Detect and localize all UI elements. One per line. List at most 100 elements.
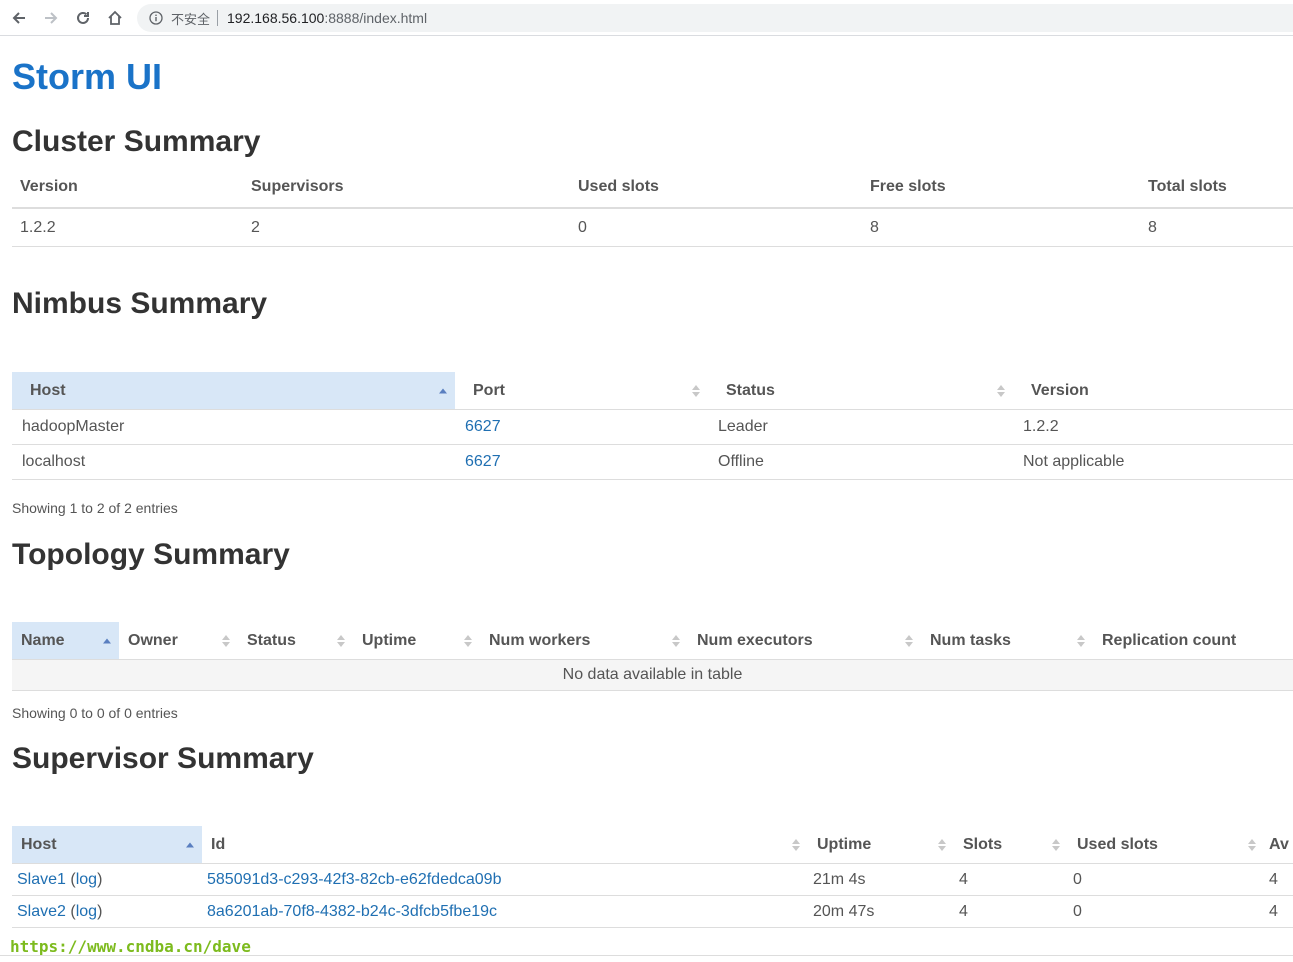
header-label: Status [247, 631, 296, 649]
sort-asc-icon [186, 842, 194, 847]
cell-status: Leader [708, 409, 1013, 445]
cell-supervisors: 2 [243, 208, 570, 247]
cell-total-slots: 8 [1140, 208, 1293, 247]
cell-version: 1.2.2 [12, 208, 243, 247]
nimbus-summary-table: Host Port Status Version hadoopMaster 66… [12, 372, 1293, 480]
sort-icon [692, 384, 700, 397]
header-label: Used slots [1077, 835, 1158, 853]
sort-asc-icon [103, 638, 111, 643]
cell-avail-slots: 4 [1264, 863, 1293, 896]
sort-icon [1248, 838, 1256, 851]
header-label: Status [726, 381, 775, 399]
supervisor-id-link[interactable]: 8a6201ab-70f8-4382-b24c-3dfcb5fbe19c [207, 903, 497, 920]
cluster-summary-table: Version Supervisors Used slots Free slot… [12, 167, 1293, 247]
sort-icon [222, 634, 230, 647]
browser-toolbar: 不安全 192.168.56.100:8888/index.html [0, 0, 1293, 36]
sort-version-header[interactable]: Version [1013, 372, 1293, 410]
cell-uptime: 20m 47s [808, 895, 954, 928]
cell-free-slots: 8 [862, 208, 1140, 247]
cell-version: 1.2.2 [1013, 409, 1293, 445]
sort-asc-icon [439, 388, 447, 393]
info-icon[interactable] [149, 11, 163, 25]
sort-uptime-header[interactable]: Uptime [808, 826, 954, 864]
header-label: Num workers [489, 631, 591, 649]
log-link[interactable]: log [76, 871, 97, 888]
nimbus-summary-heading: Nimbus Summary [12, 287, 268, 320]
sort-num-tasks-header[interactable]: Num tasks [921, 622, 1093, 660]
header-label: Num tasks [930, 631, 1011, 649]
sort-icon [1077, 634, 1085, 647]
forward-arrow-icon[interactable] [39, 6, 63, 30]
table-row: 1.2.2 2 0 8 8 [12, 208, 1293, 247]
url-path: :8888/index.html [324, 10, 428, 26]
sort-num-workers-header[interactable]: Num workers [480, 622, 688, 660]
header-label: Id [211, 835, 226, 853]
sort-num-executors-header[interactable]: Num executors [688, 622, 921, 660]
sort-icon [792, 838, 800, 851]
sort-id-header[interactable]: Id [202, 826, 808, 864]
sort-replication-count-header[interactable]: Replication count [1093, 622, 1293, 660]
sort-icon [1052, 838, 1060, 851]
header-label: Version [1031, 381, 1089, 399]
col-supervisors: Supervisors [243, 167, 570, 209]
supervisor-summary-table: Host Id Uptime Slots Used slots Av Slave… [12, 826, 1293, 928]
header-label: Uptime [817, 835, 872, 853]
sort-icon [337, 634, 345, 647]
header-label: Av [1269, 835, 1289, 853]
topology-summary-heading: Topology Summary [12, 538, 290, 571]
port-link[interactable]: 6627 [465, 418, 501, 435]
sort-icon [938, 838, 946, 851]
sort-status-header[interactable]: Status [708, 372, 1013, 410]
header-label: Name [21, 631, 65, 649]
cell-used-slots: 0 [570, 208, 862, 247]
sort-icon [672, 634, 680, 647]
header-label: Num executors [697, 631, 813, 649]
nimbus-table-info: Showing 1 to 2 of 2 entries [12, 500, 178, 516]
cell-avail-slots: 4 [1264, 895, 1293, 928]
sort-host-header[interactable]: Host [12, 372, 455, 410]
col-free-slots: Free slots [862, 167, 1140, 209]
page-title: Storm UI [12, 56, 163, 97]
home-icon[interactable] [103, 6, 127, 30]
cell-slots: 4 [954, 863, 1068, 896]
header-label: Host [30, 381, 66, 399]
port-link[interactable]: 6627 [465, 453, 501, 470]
sort-status-header[interactable]: Status [238, 622, 353, 660]
cell-uptime: 21m 4s [808, 863, 954, 896]
sort-icon [464, 634, 472, 647]
cluster-summary-heading: Cluster Summary [12, 125, 261, 158]
sort-port-header[interactable]: Port [455, 372, 708, 410]
col-total-slots: Total slots [1140, 167, 1293, 209]
col-used-slots: Used slots [570, 167, 862, 209]
sort-used-slots-header[interactable]: Used slots [1068, 826, 1264, 864]
topology-table-info: Showing 0 to 0 of 0 entries [12, 705, 178, 721]
sort-host-header[interactable]: Host [12, 826, 202, 864]
sort-icon [997, 384, 1005, 397]
address-bar[interactable]: 不安全 192.168.56.100:8888/index.html [137, 4, 1293, 32]
sort-avail-slots-header[interactable]: Av [1264, 826, 1293, 864]
header-label: Slots [963, 835, 1003, 853]
host-link[interactable]: Slave1 [17, 871, 66, 888]
sort-owner-header[interactable]: Owner [119, 622, 238, 660]
sort-name-header[interactable]: Name [12, 622, 119, 660]
table-row: hadoopMaster 6627 Leader 1.2.2 [12, 409, 1293, 445]
cell-slots: 4 [954, 895, 1068, 928]
header-label: Host [21, 835, 57, 853]
supervisor-id-link[interactable]: 585091d3-c293-42f3-82cb-e62fdedca09b [207, 871, 501, 888]
divider [0, 955, 1293, 956]
log-link[interactable]: log [76, 903, 97, 920]
cell-used-slots: 0 [1068, 895, 1264, 928]
header-label: Uptime [362, 631, 417, 649]
sort-slots-header[interactable]: Slots [954, 826, 1068, 864]
host-link[interactable]: Slave2 [17, 903, 66, 920]
back-arrow-icon[interactable] [7, 6, 31, 30]
cell-host: localhost [12, 444, 455, 480]
cell-status: Offline [708, 444, 1013, 480]
sort-uptime-header[interactable]: Uptime [353, 622, 480, 660]
table-row: Slave2 (log) 8a6201ab-70f8-4382-b24c-3df… [12, 895, 1293, 928]
reload-icon[interactable] [71, 6, 95, 30]
insecure-label: 不安全 [171, 11, 211, 27]
supervisor-summary-heading: Supervisor Summary [12, 742, 314, 775]
sort-icon [905, 634, 913, 647]
empty-message: No data available in table [12, 659, 1293, 691]
